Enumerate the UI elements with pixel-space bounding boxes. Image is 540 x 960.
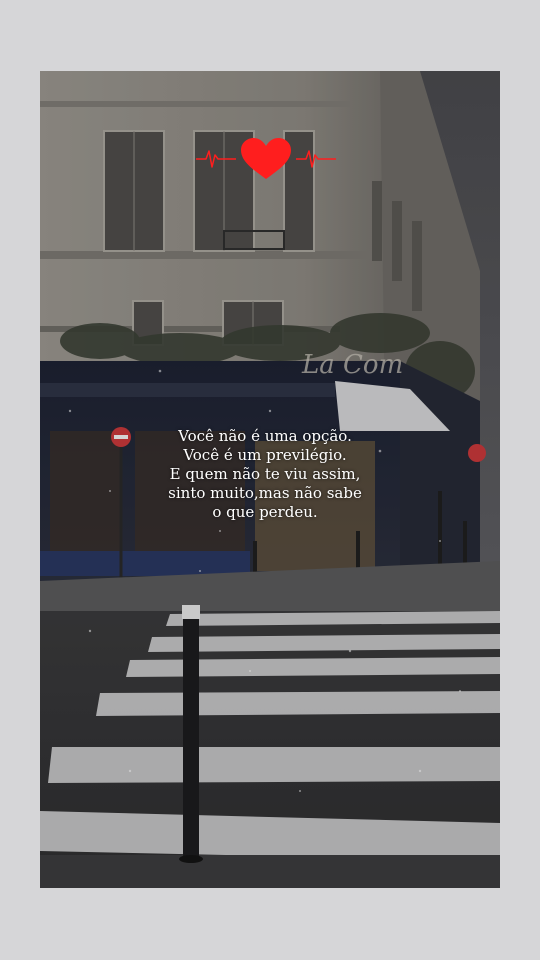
caption-line: E quem não te viu assim, (169, 465, 361, 483)
heartbeat-heart-icon (196, 138, 336, 179)
caption-line: sinto muito,mas não sabe (168, 484, 362, 502)
story-frame: La Com Você não é uma opção. Você é um p… (40, 71, 500, 888)
caption-line: o que perdeu. (212, 503, 318, 521)
caption-line: Você não é uma opção. (178, 427, 352, 445)
caption-line: Você é um previlégio. (183, 446, 347, 464)
caption-text: Você não é uma opção. Você é um previlég… (160, 427, 370, 522)
